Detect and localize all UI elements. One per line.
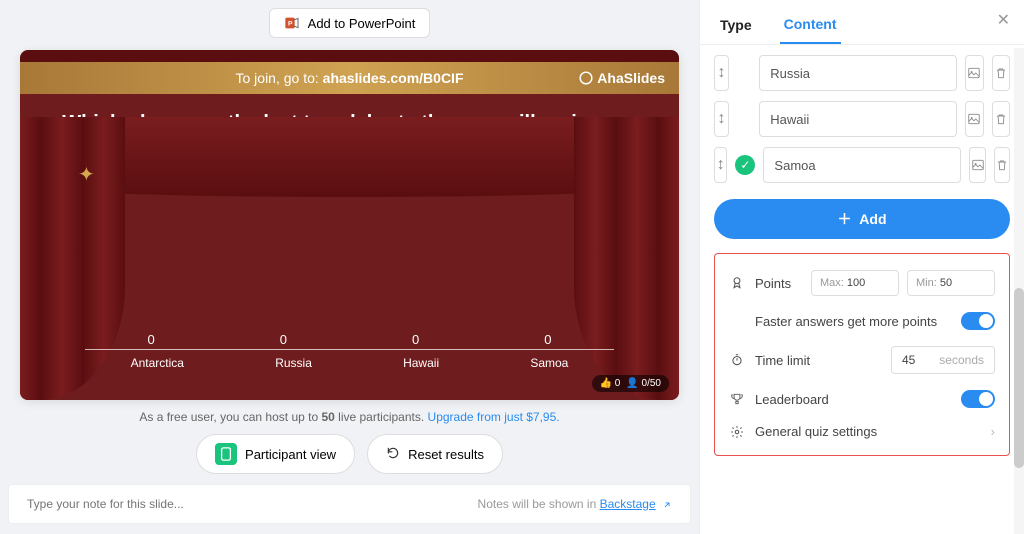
- correct-answer-icon[interactable]: ✓: [735, 155, 755, 175]
- image-icon[interactable]: [965, 101, 983, 137]
- tab-type[interactable]: Type: [716, 9, 756, 43]
- points-max-input[interactable]: Max: 100: [811, 270, 899, 296]
- join-instruction: To join, go to: ahaslides.com/B0CIF AhaS…: [20, 62, 679, 94]
- image-icon[interactable]: [969, 147, 985, 183]
- answer-option-row: ↕: [714, 101, 1010, 137]
- upgrade-link[interactable]: Upgrade from just $7,95.: [428, 410, 560, 424]
- drag-handle-icon[interactable]: ↕: [714, 101, 729, 137]
- quiz-settings-section: Points Max: 100 Min: 50 Faster answers g…: [714, 253, 1010, 456]
- slide-preview: To join, go to: ahaslides.com/B0CIF AhaS…: [20, 50, 679, 400]
- faster-answers-label: Faster answers get more points: [755, 314, 951, 329]
- general-settings-label: General quiz settings: [755, 424, 981, 439]
- medal-icon: [729, 276, 745, 290]
- trash-icon[interactable]: [992, 101, 1010, 137]
- close-icon[interactable]: ✕: [997, 10, 1010, 30]
- points-label: Points: [755, 276, 801, 291]
- phone-icon: [215, 443, 237, 465]
- option-text-input[interactable]: [759, 55, 957, 91]
- option-text-input[interactable]: [763, 147, 961, 183]
- backstage-link[interactable]: Backstage: [600, 497, 656, 511]
- plus-icon: ＋: [838, 211, 852, 227]
- results-chart: 0 0 0 0 Antarctica Russia Hawaii Samoa: [85, 332, 614, 370]
- trash-icon[interactable]: [994, 147, 1010, 183]
- add-to-powerpoint-button[interactable]: P Add to PowerPoint: [269, 8, 431, 38]
- time-limit-label: Time limit: [755, 353, 881, 368]
- image-icon[interactable]: [965, 55, 983, 91]
- notes-hint: Notes will be shown in Backstage: [478, 497, 672, 511]
- add-option-button[interactable]: ＋ Add: [714, 199, 1010, 239]
- svg-text:P: P: [288, 21, 293, 28]
- ahaslides-logo: AhaSlides: [579, 70, 665, 86]
- chart-value: 0: [412, 332, 419, 347]
- option-text-input[interactable]: [759, 101, 957, 137]
- time-limit-input[interactable]: 45seconds: [891, 346, 995, 374]
- editor-panel: Type Content ✕ ↕ ↕ ↕ ✓: [699, 0, 1024, 534]
- refresh-icon: [386, 446, 400, 463]
- chart-label: Hawaii: [403, 356, 439, 370]
- audience-counter: 👍 0 👤 0/50: [592, 375, 670, 392]
- free-user-notice: As a free user, you can host up to 50 li…: [20, 400, 679, 434]
- leaderboard-label: Leaderboard: [755, 392, 951, 407]
- answer-option-row: ↕: [714, 55, 1010, 91]
- powerpoint-icon: P: [284, 15, 300, 31]
- chart-label: Samoa: [530, 356, 568, 370]
- gear-icon: [729, 425, 745, 439]
- answer-option-row: ↕ ✓: [714, 147, 1010, 183]
- leaderboard-toggle[interactable]: [961, 390, 995, 408]
- points-min-input[interactable]: Min: 50: [907, 270, 995, 296]
- trash-icon[interactable]: [992, 55, 1010, 91]
- chart-label: Russia: [275, 356, 312, 370]
- sparkle-icon: ✦: [78, 162, 95, 187]
- add-to-powerpoint-label: Add to PowerPoint: [308, 16, 416, 31]
- faster-answers-toggle[interactable]: [961, 312, 995, 330]
- trophy-icon: [729, 392, 745, 406]
- chart-value: 0: [544, 332, 551, 347]
- participant-view-button[interactable]: Participant view: [196, 434, 355, 474]
- tab-content[interactable]: Content: [780, 8, 841, 44]
- chart-value: 0: [280, 332, 287, 347]
- chevron-right-icon[interactable]: ›: [991, 424, 995, 439]
- slide-notes-input[interactable]: [27, 497, 478, 511]
- scrollbar[interactable]: [1014, 48, 1024, 534]
- chart-label: Antarctica: [131, 356, 184, 370]
- drag-handle-icon[interactable]: ↕: [714, 147, 727, 183]
- chart-value: 0: [148, 332, 155, 347]
- question-text: Which place was the last to celebrate th…: [20, 94, 679, 168]
- stopwatch-icon: [729, 353, 745, 367]
- drag-handle-icon[interactable]: ↕: [714, 55, 729, 91]
- reset-results-button[interactable]: Reset results: [367, 434, 503, 474]
